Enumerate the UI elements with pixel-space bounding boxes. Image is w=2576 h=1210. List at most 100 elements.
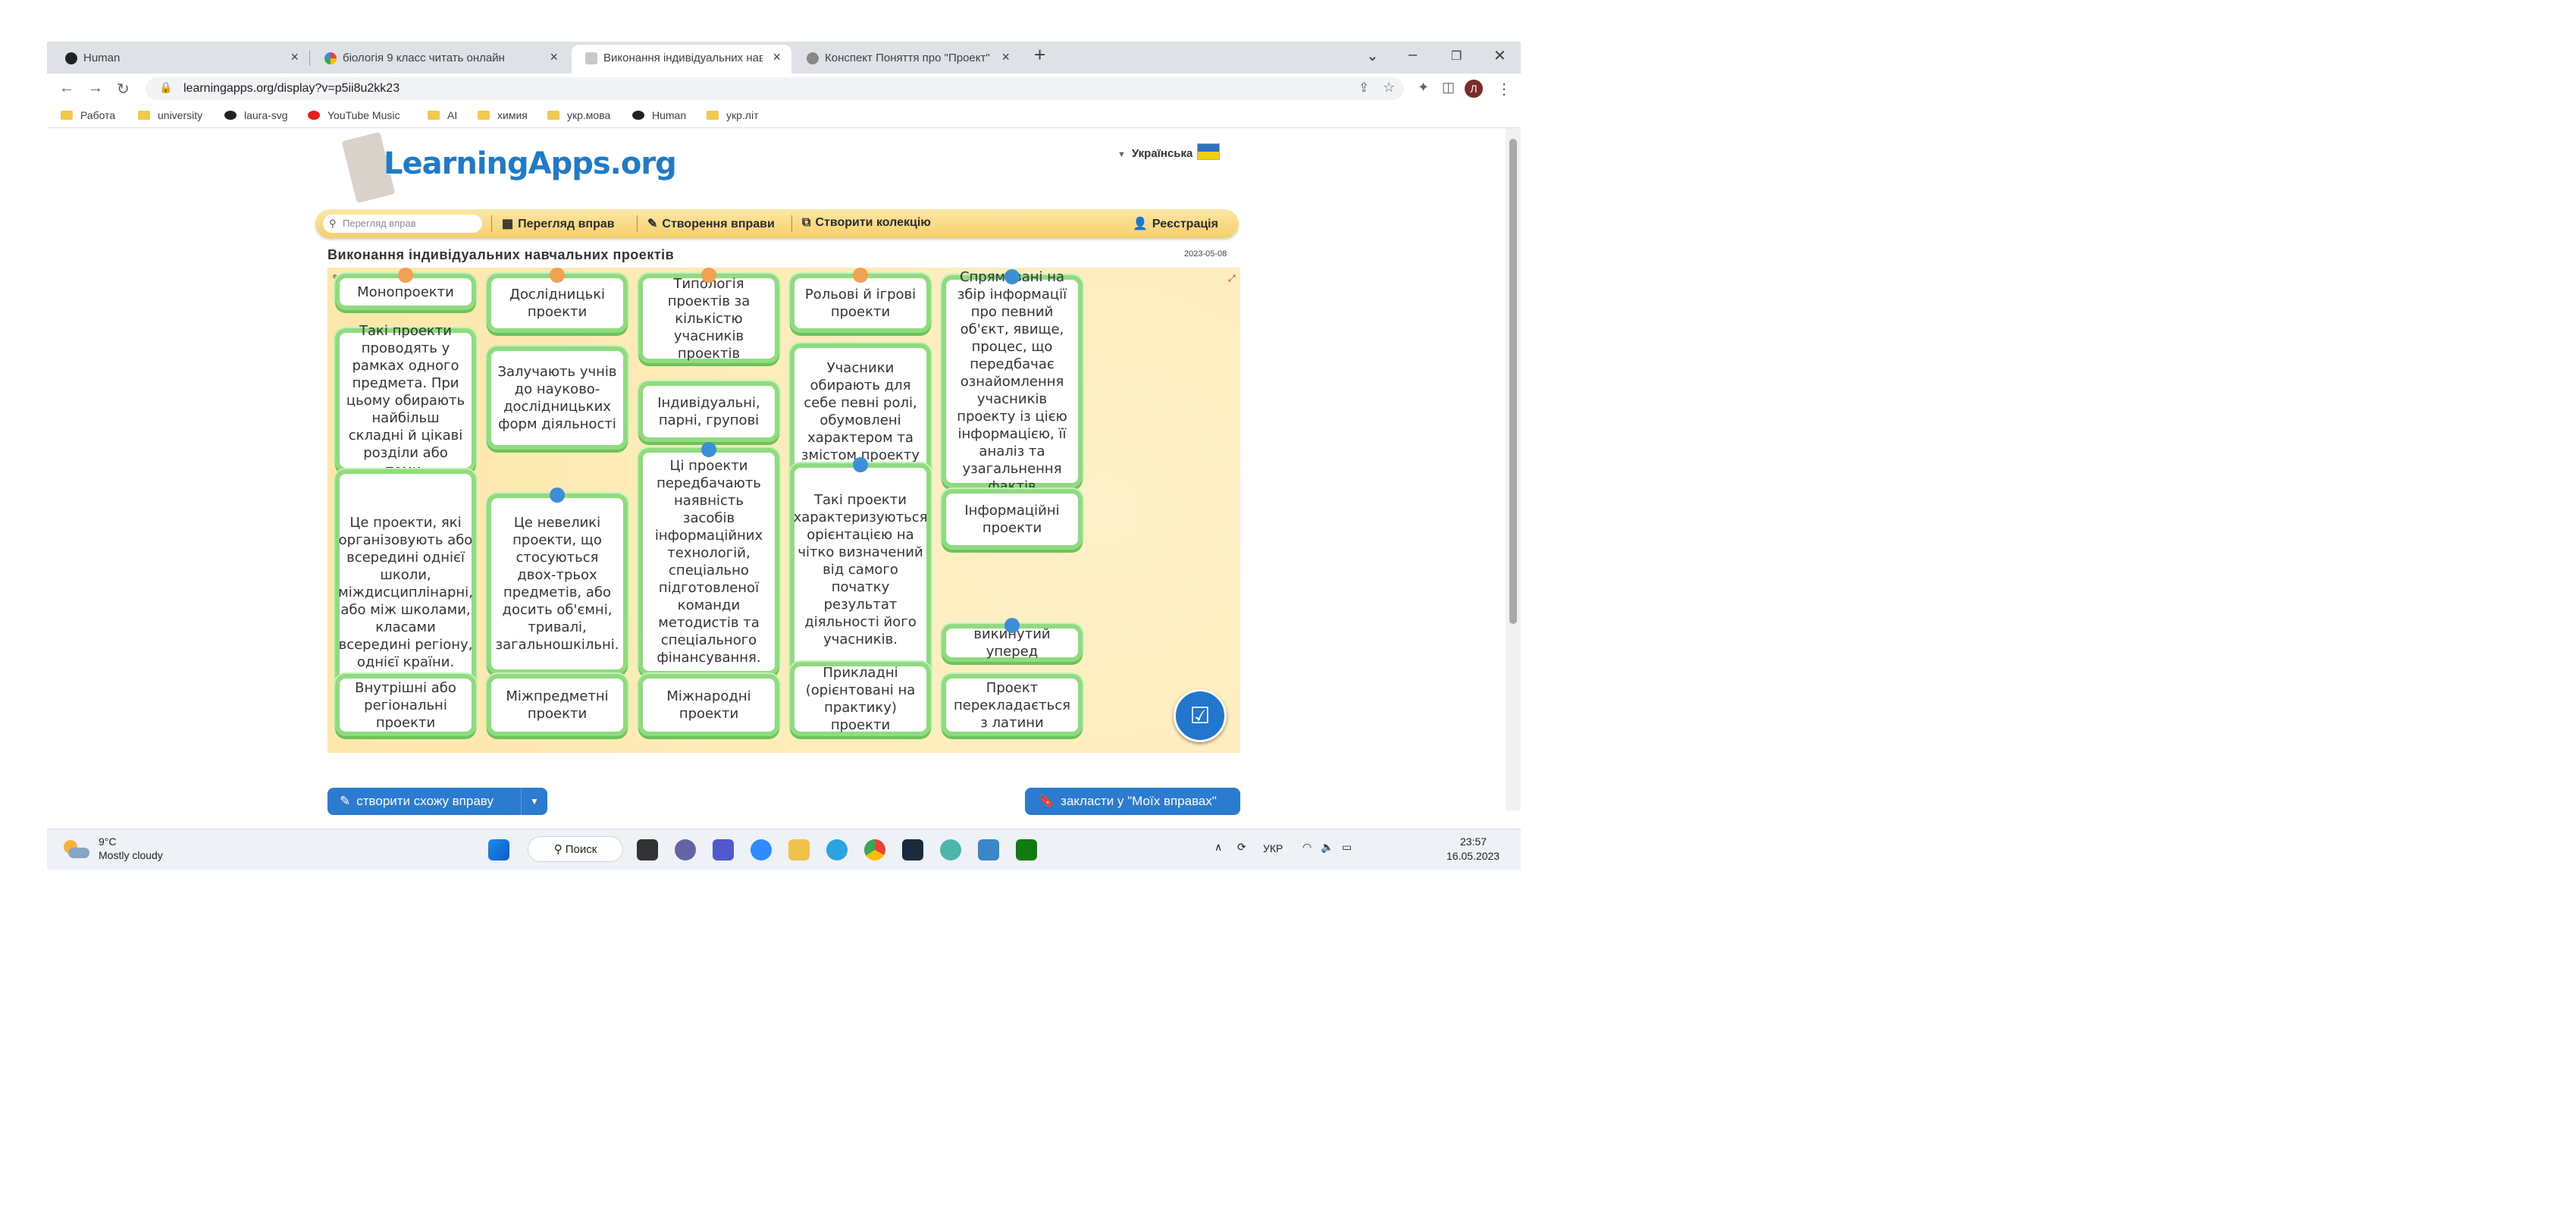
tab-search-icon[interactable]: ⌄	[1366, 46, 1379, 65]
clock-time[interactable]: 23:57	[1460, 835, 1487, 848]
chat-icon[interactable]	[675, 839, 696, 860]
reload-icon[interactable]: ↻	[117, 80, 130, 99]
close-icon[interactable]: ×	[290, 49, 299, 65]
create-similar-button[interactable]: ✎ створити схожу вправу ▼	[327, 788, 547, 815]
browser-tab[interactable]: Human ×	[52, 45, 309, 74]
menu-icon[interactable]: ⋮	[1496, 80, 1512, 99]
folder-icon	[61, 111, 73, 120]
browser-tab-active[interactable]: Виконання індивідуальних навчальних ×	[572, 45, 791, 74]
back-icon[interactable]: ←	[59, 80, 74, 97]
globe-app-icon[interactable]	[940, 839, 961, 860]
exercise-card[interactable]: Міжпредметні проекти	[487, 674, 628, 736]
extensions-icon[interactable]: ✦	[1418, 80, 1429, 96]
exercise-card[interactable]: Індивідуальні, парні, групові	[638, 381, 779, 442]
teams-icon[interactable]	[713, 839, 734, 860]
file-explorer-icon[interactable]	[788, 839, 810, 860]
close-icon[interactable]: ×	[550, 49, 558, 65]
orange-pin-icon[interactable]	[701, 268, 716, 283]
security-app-icon[interactable]	[902, 839, 923, 860]
clock-date[interactable]: 16.05.2023	[1446, 850, 1500, 862]
orange-pin-icon[interactable]	[398, 268, 413, 283]
taskbar-search[interactable]: ⚲ Поиск	[528, 836, 623, 862]
exercise-card[interactable]: Це невеликі проекти, що стосуються двох-…	[487, 494, 628, 674]
exercise-card[interactable]: Залучають учнів до науково-дослідницьких…	[487, 346, 628, 450]
share-icon[interactable]: ⇪	[1359, 80, 1369, 96]
bookmark-exercise-button[interactable]: 🔖 закласти у "Моїх вправах"	[1025, 788, 1240, 815]
exercise-card[interactable]: Прикладні (орієнтовані на практику) прое…	[790, 662, 931, 736]
new-tab-button[interactable]: +	[1034, 43, 1045, 67]
fullscreen-icon[interactable]: ⤢	[1228, 274, 1237, 283]
zoom-icon[interactable]	[751, 839, 772, 860]
star-icon[interactable]: ☆	[1383, 80, 1395, 96]
bookmark-item[interactable]: Работа	[61, 109, 115, 121]
card-text: Ці проекти передбачають наявність засобі…	[654, 458, 763, 666]
input-language[interactable]: УКР	[1263, 842, 1283, 854]
exercise-card[interactable]: Такі проекти характеризуються орієнтаціє…	[790, 463, 931, 676]
url-text[interactable]: learningapps.org/display?v=p5ii8u2kk23	[183, 82, 400, 96]
address-bar[interactable]: 🔒 learningapps.org/display?v=p5ii8u2kk23…	[146, 77, 1404, 100]
exercise-card[interactable]: Типологія проектів за кількістю учасникі…	[638, 274, 779, 363]
orange-pin-icon[interactable]	[550, 268, 565, 283]
minimize-button[interactable]: –	[1409, 46, 1417, 64]
telegram-icon[interactable]	[826, 839, 848, 860]
site-search-input[interactable]: ⚲ Перегляд вправ	[323, 215, 482, 233]
browser-tab[interactable]: Конспект Поняття про "Проект" ×	[793, 45, 1020, 74]
sync-icon[interactable]: ⟳	[1237, 841, 1246, 854]
bookmark-item[interactable]: AI	[428, 109, 457, 121]
battery-icon[interactable]: ▭	[1342, 841, 1352, 854]
blue-pin-icon[interactable]	[1004, 618, 1020, 633]
blue-pin-icon[interactable]	[550, 487, 565, 503]
page-scrollbar[interactable]	[1506, 128, 1521, 810]
tray-chevron-icon[interactable]: ∧	[1214, 841, 1222, 854]
menu-create-collection[interactable]: ⧉ Створити колекцію	[802, 216, 931, 230]
wifi-icon[interactable]: ◠	[1302, 841, 1312, 854]
forward-icon[interactable]: →	[88, 80, 103, 97]
exercise-card[interactable]: Ці проекти передбачають наявність засобі…	[638, 448, 779, 676]
close-icon[interactable]: ×	[772, 49, 781, 65]
restore-button[interactable]: ❐	[1451, 49, 1462, 64]
xbox-icon[interactable]	[1016, 839, 1037, 860]
close-icon[interactable]: ×	[1001, 49, 1010, 65]
weather-description[interactable]: Mostly cloudy	[99, 849, 163, 861]
menu-browse-exercises[interactable]: ▦ Перегляд вправ	[502, 216, 615, 231]
volume-icon[interactable]: 🔈	[1321, 841, 1333, 854]
search-icon: ⚲	[329, 218, 337, 229]
close-window-button[interactable]: ✕	[1493, 46, 1506, 65]
blue-pin-icon[interactable]	[853, 457, 868, 472]
tab-label: біологія 9 класс читать онлайн	[343, 52, 505, 64]
card-text: Це невеликі проекти, що стосуються двох-…	[495, 515, 619, 653]
exercise-card[interactable]: Внутрішні або регіональні проекти	[335, 674, 476, 736]
exercise-card[interactable]: Міжнародні проекти	[638, 674, 779, 736]
bookmark-item[interactable]: укр.мова	[547, 109, 610, 121]
exercise-card[interactable]: Спрямовані на збір інформації про певний…	[942, 269, 1083, 494]
windows-start-icon[interactable]	[488, 839, 509, 860]
bookmark-item[interactable]: YouTube Music	[308, 109, 400, 121]
card-text: Спрямовані на збір інформації про певний…	[957, 268, 1067, 494]
exercise-card[interactable]: Такі проекти проводять у рамках одного п…	[335, 323, 476, 478]
exercise-card[interactable]: Інформаційні проекти	[942, 489, 1083, 550]
chrome-icon[interactable]	[864, 839, 885, 860]
menu-register[interactable]: 👤 Реєстрація	[1133, 216, 1218, 231]
dropdown-caret-icon[interactable]: ▼	[521, 788, 547, 815]
blue-pin-icon[interactable]	[1004, 269, 1020, 284]
bookmark-item[interactable]: laura-svg	[224, 109, 288, 121]
weather-cloud-icon[interactable]	[61, 839, 91, 861]
language-selector[interactable]: ▼ Українська	[1117, 143, 1221, 160]
profile-avatar[interactable]: Л	[1465, 80, 1483, 98]
blue-pin-icon[interactable]	[701, 442, 716, 457]
bookmark-item[interactable]: university	[138, 109, 202, 121]
bookmark-item[interactable]: химия	[478, 109, 528, 121]
folder-icon	[138, 111, 150, 120]
bookmark-item[interactable]: Human	[632, 109, 686, 121]
scrollbar-thumb[interactable]	[1509, 139, 1517, 624]
task-view-icon[interactable]	[637, 839, 658, 860]
bookmark-item[interactable]: укр.літ	[707, 109, 759, 121]
check-answers-button[interactable]: ☑	[1174, 689, 1227, 742]
orange-pin-icon[interactable]	[853, 268, 868, 283]
menu-create-exercise[interactable]: ✎ Створення вправи	[647, 216, 775, 231]
exercise-card[interactable]: Проект перекладається з латини	[942, 674, 1083, 736]
browser-tab[interactable]: біологія 9 класс читать онлайн ×	[311, 45, 569, 74]
side-panel-icon[interactable]: ◫	[1442, 80, 1455, 96]
photos-app-icon[interactable]	[978, 839, 999, 860]
weather-temperature[interactable]: 9°C	[99, 835, 117, 848]
